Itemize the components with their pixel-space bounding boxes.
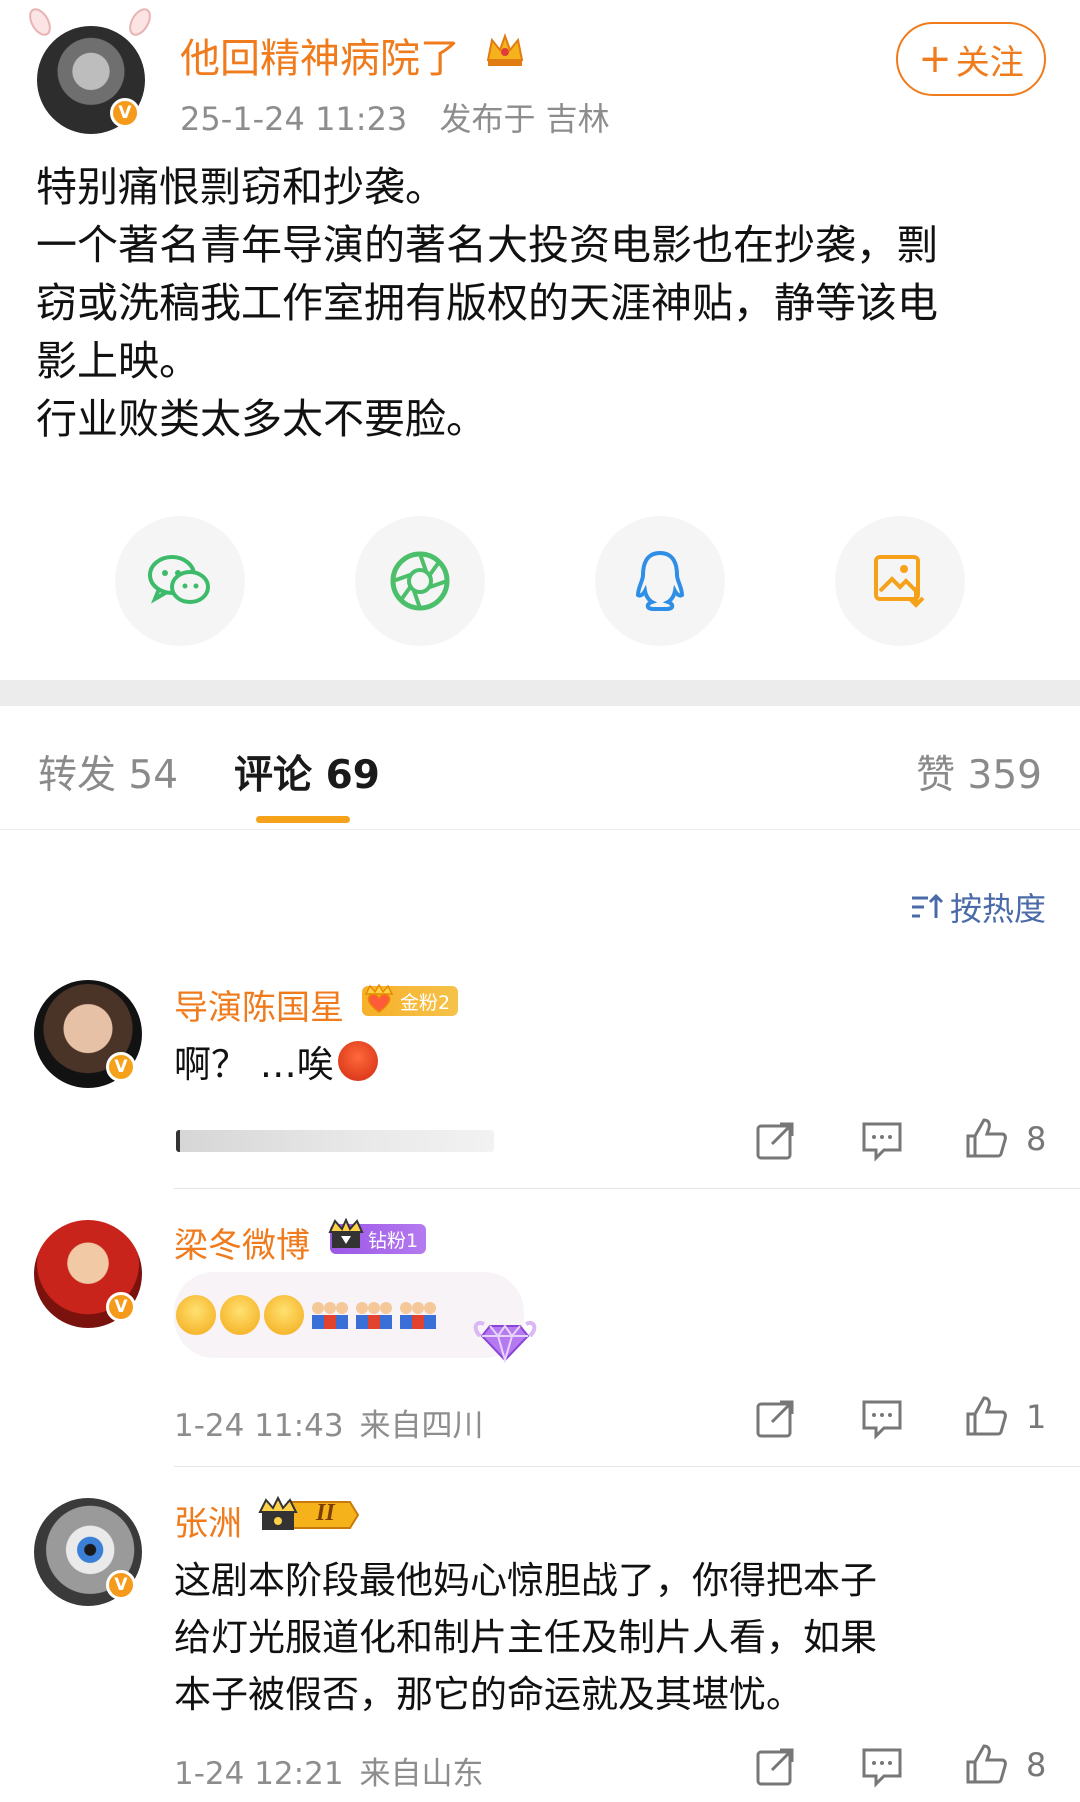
comment-text: 啊？ …唉 xyxy=(174,1034,378,1088)
crowd-emoji-icon xyxy=(312,1302,348,1329)
verified-badge-icon: V xyxy=(110,98,140,128)
follow-button[interactable]: + 关注 xyxy=(896,22,1046,96)
verified-badge-icon: V xyxy=(106,1570,136,1600)
author-name[interactable]: 他回精神病院了 xyxy=(180,26,460,84)
share-qq-button[interactable] xyxy=(595,516,725,646)
crown-icon xyxy=(486,33,524,66)
comment-time: 1-24 12:21 xyxy=(174,1756,344,1792)
comment-text: 这剧本阶段最他妈心惊胆战了，你得把本子 给灯光服道化和制片主任及制片人看，如果 … xyxy=(174,1552,877,1723)
comment-text-line: 这剧本阶段最他妈心惊胆战了，你得把本子 xyxy=(174,1559,877,1602)
crown-level-icon xyxy=(258,1496,360,1530)
diamond-sticker-icon xyxy=(473,1321,537,1364)
post-body-line: 窃或洗稿我工作室拥有版权的天涯神贴，静等该电 xyxy=(36,279,938,327)
comment-location: 来自山东 xyxy=(359,1756,484,1792)
tab-comments[interactable]: 评论 69 xyxy=(234,744,380,800)
redacted-meta xyxy=(176,1130,494,1152)
tab-reposts[interactable]: 转发 54 xyxy=(38,744,178,800)
comment-text-line: 给灯光服道化和制片主任及制片人看，如果 xyxy=(174,1616,877,1659)
plus-icon: + xyxy=(918,36,952,82)
repost-icon[interactable] xyxy=(754,1396,798,1440)
shocked-emoji-icon xyxy=(176,1295,216,1335)
post-body-line: 一个著名青年导演的著名大投资电影也在抄袭，剽 xyxy=(36,221,938,269)
post-body-line: 特别痛恨剽窃和抄袭。 xyxy=(36,163,446,211)
member-level-badge: II xyxy=(258,1496,362,1534)
comment-divider xyxy=(174,1188,1080,1189)
comment-meta: 1-24 12:21 来自山东 xyxy=(174,1748,500,1793)
level-label: II xyxy=(316,1500,335,1526)
crowd-emoji-icon xyxy=(356,1302,392,1329)
comment-divider xyxy=(174,1466,1080,1467)
comment-text-line: 本子被假否，那它的命运就及其堪忧。 xyxy=(174,1673,803,1716)
comment-location: 来自四川 xyxy=(359,1408,484,1444)
post-location: 发布于 吉林 xyxy=(439,100,610,138)
verified-badge-icon: V xyxy=(106,1292,136,1322)
qq-icon xyxy=(635,550,685,611)
repost-icon[interactable] xyxy=(754,1744,798,1788)
commenter-name[interactable]: 梁冬微博 xyxy=(174,1218,310,1267)
comment-text-content: 啊？ …唉 xyxy=(174,1043,334,1086)
save-image-icon xyxy=(874,555,925,608)
sort-by-hot-button[interactable]: 按热度 xyxy=(910,884,1046,930)
gold-heart-icon xyxy=(364,984,394,1013)
sort-label: 按热度 xyxy=(949,890,1046,928)
active-tab-indicator xyxy=(256,816,350,823)
commenter-name[interactable]: 导演陈国星 xyxy=(174,980,344,1029)
post-body-line: 行业败类太多太不要脸。 xyxy=(36,395,487,443)
sort-icon xyxy=(911,893,944,918)
like-icon[interactable] xyxy=(964,1394,1008,1438)
like-count: 8 xyxy=(1026,1120,1047,1158)
share-wechat-button[interactable] xyxy=(115,516,245,646)
tab-likes[interactable]: 赞 359 xyxy=(916,744,1042,800)
post-body: 特别痛恨剽窃和抄袭。 一个著名青年导演的著名大投资电影也在抄袭，剽 窃或洗稿我工… xyxy=(36,158,1046,448)
shocked-emoji-icon xyxy=(264,1295,304,1335)
wechat-icon xyxy=(148,555,210,604)
like-icon[interactable] xyxy=(964,1116,1008,1160)
moments-icon xyxy=(390,551,450,611)
reply-icon[interactable] xyxy=(860,1744,904,1788)
post-body-line: 影上映。 xyxy=(36,337,200,385)
comment-meta: 1-24 11:43 来自四川 xyxy=(174,1400,500,1445)
shocked-emoji-icon xyxy=(220,1295,260,1335)
angry-emoji-icon xyxy=(337,1041,378,1081)
reply-icon[interactable] xyxy=(860,1396,904,1440)
tabs-divider xyxy=(0,829,1080,830)
diamond-crown-icon xyxy=(328,1218,364,1248)
post-timestamp: 25-1-24 11:23 xyxy=(180,100,408,138)
fan-badge-label: 金粉2 xyxy=(400,991,451,1014)
post-meta: 25-1-24 11:23 发布于 吉林 xyxy=(180,94,632,140)
fan-level-badge: 金粉2 xyxy=(362,984,459,1016)
verified-badge-icon: V xyxy=(106,1052,136,1082)
share-moments-button[interactable] xyxy=(355,516,485,646)
like-icon[interactable] xyxy=(964,1742,1008,1786)
follow-label: 关注 xyxy=(955,42,1024,83)
repost-icon[interactable] xyxy=(754,1118,798,1162)
crowd-emoji-icon xyxy=(400,1302,436,1329)
comment-time: 1-24 11:43 xyxy=(174,1408,344,1444)
save-image-button[interactable] xyxy=(835,516,965,646)
commenter-name[interactable]: 张洲 xyxy=(174,1496,242,1545)
section-divider xyxy=(0,680,1080,706)
like-count: 1 xyxy=(1026,1398,1047,1436)
like-count: 8 xyxy=(1026,1746,1047,1784)
reply-icon[interactable] xyxy=(860,1118,904,1162)
fan-level-badge: 钻粉1 xyxy=(328,1218,427,1254)
fan-badge-label: 钻粉1 xyxy=(368,1229,419,1252)
